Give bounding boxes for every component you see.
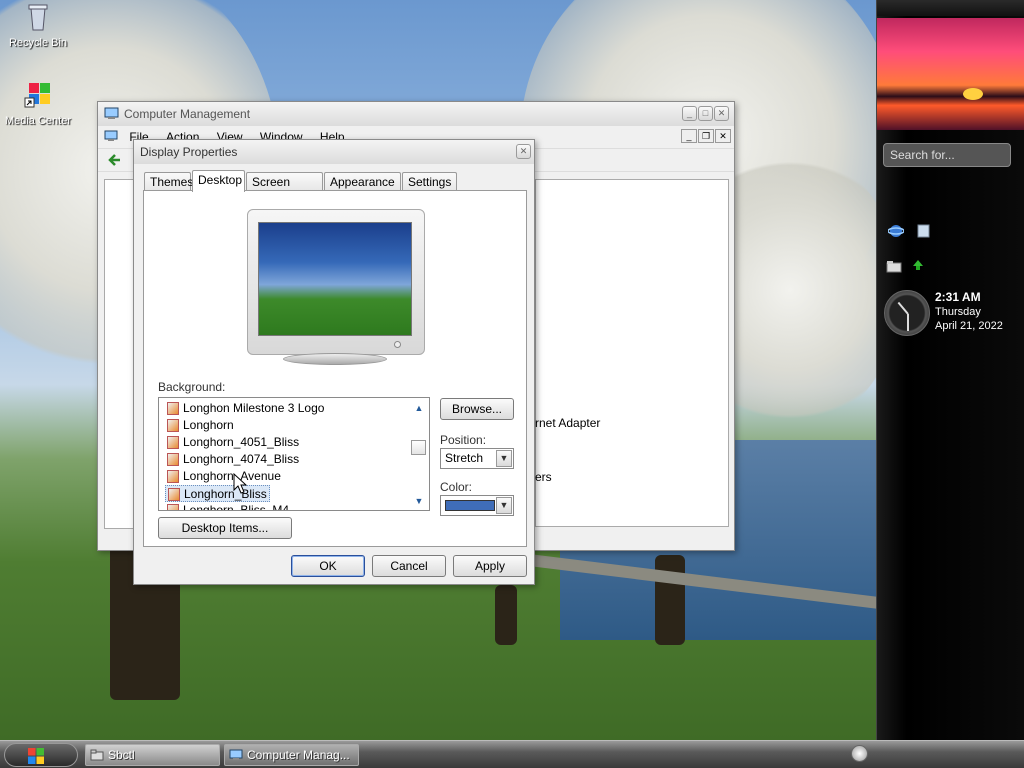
clock-minute-hand (907, 314, 909, 331)
dialog-title: Display Properties (140, 145, 238, 159)
wallpaper-trunk (495, 585, 517, 645)
network-icon[interactable] (910, 256, 926, 272)
internet-explorer-icon[interactable] (888, 223, 904, 239)
background-label: Background: (158, 380, 226, 394)
position-value: Stretch (445, 451, 484, 465)
tab-desktop[interactable]: Desktop (192, 170, 245, 192)
back-arrow-icon[interactable] (108, 153, 122, 167)
desktop-icon-label: Media Center (4, 115, 72, 127)
maximize-button[interactable]: □ (698, 106, 713, 121)
color-label: Color: (440, 480, 473, 494)
slideshow-gadget[interactable] (877, 18, 1024, 130)
documents-icon[interactable] (915, 223, 931, 239)
position-select[interactable]: Stretch ▼ (440, 448, 514, 469)
tab-screen-saver[interactable]: Screen Saver (246, 172, 323, 203)
position-label: Position: (440, 433, 487, 447)
monitor-power-led (394, 341, 401, 348)
child-restore-button[interactable]: ❐ (698, 129, 714, 143)
list-item[interactable]: Longhorn (165, 417, 236, 434)
display-properties-dialog[interactable]: Display Properties ✕ Themes Desktop Scre… (133, 139, 535, 585)
list-item[interactable]: Longhorn_4074_Bliss (165, 451, 301, 468)
sidebar-top-strip (877, 0, 1024, 16)
clock-time: 2:31 AM (935, 290, 981, 304)
list-item-selected[interactable]: Longhorn_Bliss (165, 485, 270, 502)
tab-appearance[interactable]: Appearance (324, 172, 401, 191)
list-item[interactable]: Longhorn_Avenue (165, 468, 283, 485)
desktop-icon-recycle-bin[interactable]: Recycle Bin (0, 2, 76, 49)
display-properties-titlebar[interactable]: Display Properties ✕ (134, 140, 534, 164)
window-title: Computer Management (124, 107, 251, 121)
image-file-icon (167, 504, 179, 510)
image-file-icon (167, 436, 179, 449)
console-tree-pane[interactable] (104, 179, 134, 529)
folder-icon[interactable] (886, 258, 902, 274)
wallpaper-trunk (655, 555, 685, 645)
child-minimize-button[interactable]: _ (681, 129, 697, 143)
taskbar-button-label: Computer Manag... (247, 748, 350, 762)
sidebar-search-input[interactable]: Search for... (883, 143, 1011, 167)
mouse-cursor-icon (233, 473, 247, 494)
mmc-document-icon[interactable] (104, 129, 118, 143)
list-item[interactable]: Longhon Milestone 3 Logo (165, 400, 326, 417)
media-center-icon (24, 83, 50, 108)
computer-management-icon (229, 749, 243, 760)
child-close-button[interactable]: ✕ (715, 129, 731, 143)
background-list[interactable]: Longhon Milestone 3 Logo Longhorn Longho… (158, 397, 430, 511)
computer-management-icon (104, 107, 119, 119)
minimize-button[interactable]: _ (682, 106, 697, 121)
scrollbar-thumb[interactable] (411, 440, 426, 455)
clock-hour-hand (897, 301, 909, 315)
desktop-icon-label: Recycle Bin (8, 37, 68, 49)
color-picker[interactable]: ▼ (440, 495, 514, 516)
details-pane[interactable] (535, 179, 729, 527)
clock-gadget (884, 290, 930, 336)
clock-date: April 21, 2022 (935, 320, 1003, 332)
image-file-icon (167, 419, 179, 432)
taskbar-button-computer-management[interactable]: Computer Manag... (224, 744, 359, 766)
folder-icon (90, 749, 104, 761)
taskbar-button-label: Sbctl (108, 748, 135, 762)
clock-day: Thursday (935, 306, 981, 318)
scroll-up-arrow-icon[interactable]: ▲ (413, 403, 425, 413)
recycle-bin-icon (28, 4, 48, 31)
monitor-bezel (247, 209, 425, 355)
chevron-down-icon[interactable]: ▼ (496, 450, 512, 467)
details-item-adapter[interactable]: rnet Adapter (535, 416, 600, 430)
monitor-preview-screen (258, 222, 412, 336)
chevron-down-icon[interactable]: ▼ (496, 497, 512, 514)
image-file-icon (167, 453, 179, 466)
close-button[interactable]: ✕ (714, 106, 729, 121)
desktop-icon-media-center[interactable]: Media Center (0, 80, 76, 127)
scroll-down-arrow-icon[interactable]: ▼ (413, 496, 425, 506)
browse-button[interactable]: Browse... (440, 398, 514, 420)
details-item-ers[interactable]: ers (535, 470, 552, 484)
monitor-stand (283, 353, 387, 365)
taskbar: Sbctl Computer Manag... (0, 740, 1024, 768)
dialog-close-button[interactable]: ✕ (516, 144, 531, 159)
tab-settings[interactable]: Settings (402, 172, 457, 191)
windows-sidebar: Search for... 2:31 AM Thursday April 21,… (876, 0, 1024, 740)
color-swatch (445, 500, 495, 511)
desktop-tab-page: Background: Longhon Milestone 3 Logo Lon… (143, 190, 527, 547)
desktop-items-button[interactable]: Desktop Items... (158, 517, 292, 539)
list-item[interactable]: Longhorn_Bliss_M4 (165, 502, 291, 510)
slideshow-sun (963, 88, 983, 100)
monitor-preview (247, 209, 425, 365)
ok-button[interactable]: OK (291, 555, 365, 577)
cancel-button[interactable]: Cancel (372, 555, 446, 577)
apply-button[interactable]: Apply (453, 555, 527, 577)
image-file-icon (168, 488, 180, 501)
taskbar-button-sbctl[interactable]: Sbctl (85, 744, 220, 766)
list-item[interactable]: Longhorn_4051_Bliss (165, 434, 301, 451)
start-button[interactable] (4, 743, 78, 767)
image-file-icon (167, 470, 179, 483)
computer-management-titlebar[interactable]: Computer Management _ □ ✕ (98, 102, 734, 126)
windows-flag-icon (28, 748, 44, 764)
show-desktop-icon[interactable] (851, 745, 868, 762)
image-file-icon (167, 402, 179, 415)
tab-themes[interactable]: Themes (144, 172, 193, 191)
